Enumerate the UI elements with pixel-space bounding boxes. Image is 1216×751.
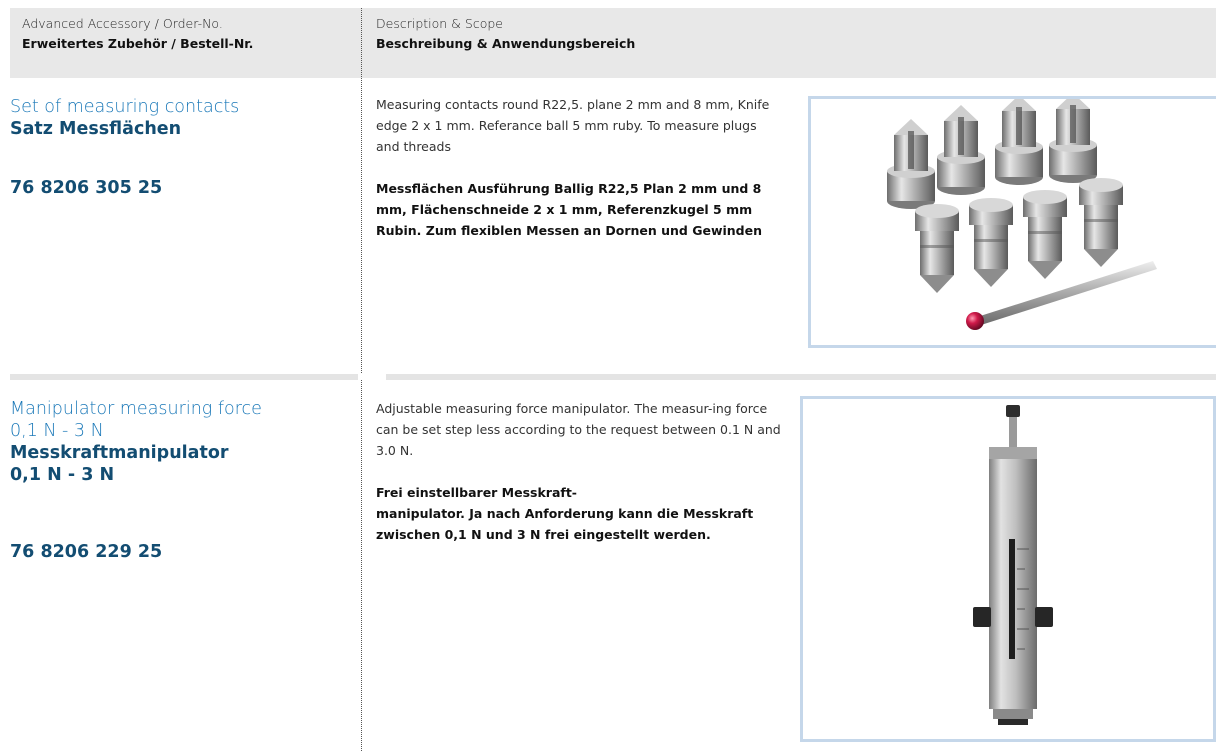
header-column-order: Advanced Accessory / Order-No. Erweitert… xyxy=(22,14,253,54)
description-en: Adjustable measuring force manipulator. … xyxy=(376,401,781,458)
item-title-de-line1: Messkraftmanipulator xyxy=(10,443,229,463)
header-order-en: Advanced Accessory / Order-No. xyxy=(22,16,223,31)
item-title-en-line2: 0,1 N - 3 N xyxy=(10,421,104,441)
item-title-en-line1: Manipulator measuring force xyxy=(10,399,262,419)
item-title-block: Manipulator measuring force 0,1 N - 3 N … xyxy=(10,398,350,486)
force-manipulator-image xyxy=(973,405,1053,725)
contact-tips-bottom-row xyxy=(915,178,1123,293)
description-de: Messflächen Ausführung Ballig R22,5 Plan… xyxy=(376,181,763,238)
item-title-block: Set of measuring contacts Satz Messfläch… xyxy=(10,96,350,140)
item-description: Adjustable measuring force manipulator. … xyxy=(376,398,781,545)
description-de-line1: Frei einstellbarer Messkraft- xyxy=(376,485,577,500)
header-description-en: Description & Scope xyxy=(376,16,503,31)
item-description: Measuring contacts round R22,5. plane 2 … xyxy=(376,94,781,241)
table-header: Advanced Accessory / Order-No. Erweitert… xyxy=(10,8,1216,78)
description-en: Measuring contacts round R22,5. plane 2 … xyxy=(376,97,770,154)
contact-tips-top-row xyxy=(887,93,1097,209)
header-order-de: Erweitertes Zubehör / Bestell-Nr. xyxy=(22,36,254,51)
header-column-description: Description & Scope Beschreibung & Anwen… xyxy=(376,14,635,54)
order-number: 76 8206 305 25 xyxy=(10,178,163,198)
item-title-de-line2: 0,1 N - 3 N xyxy=(10,465,115,485)
product-photo-frame xyxy=(808,93,1216,348)
order-number: 76 8206 229 25 xyxy=(10,542,163,562)
product-photo-frame xyxy=(800,396,1216,742)
measuring-contacts-image xyxy=(887,93,1157,330)
row-separator xyxy=(10,374,1216,380)
description-de: Frei einstellbarer Messkraft-manipulator… xyxy=(376,482,781,545)
description-de-line2: manipulator. Ja nach Anforderung kann di… xyxy=(376,506,754,542)
item-title-en: Set of measuring contacts xyxy=(10,97,240,117)
header-description-de: Beschreibung & Anwendungsbereich xyxy=(376,36,636,51)
manipulator-top-knob xyxy=(1006,405,1020,447)
item-title-de: Satz Messflächen xyxy=(10,119,182,139)
